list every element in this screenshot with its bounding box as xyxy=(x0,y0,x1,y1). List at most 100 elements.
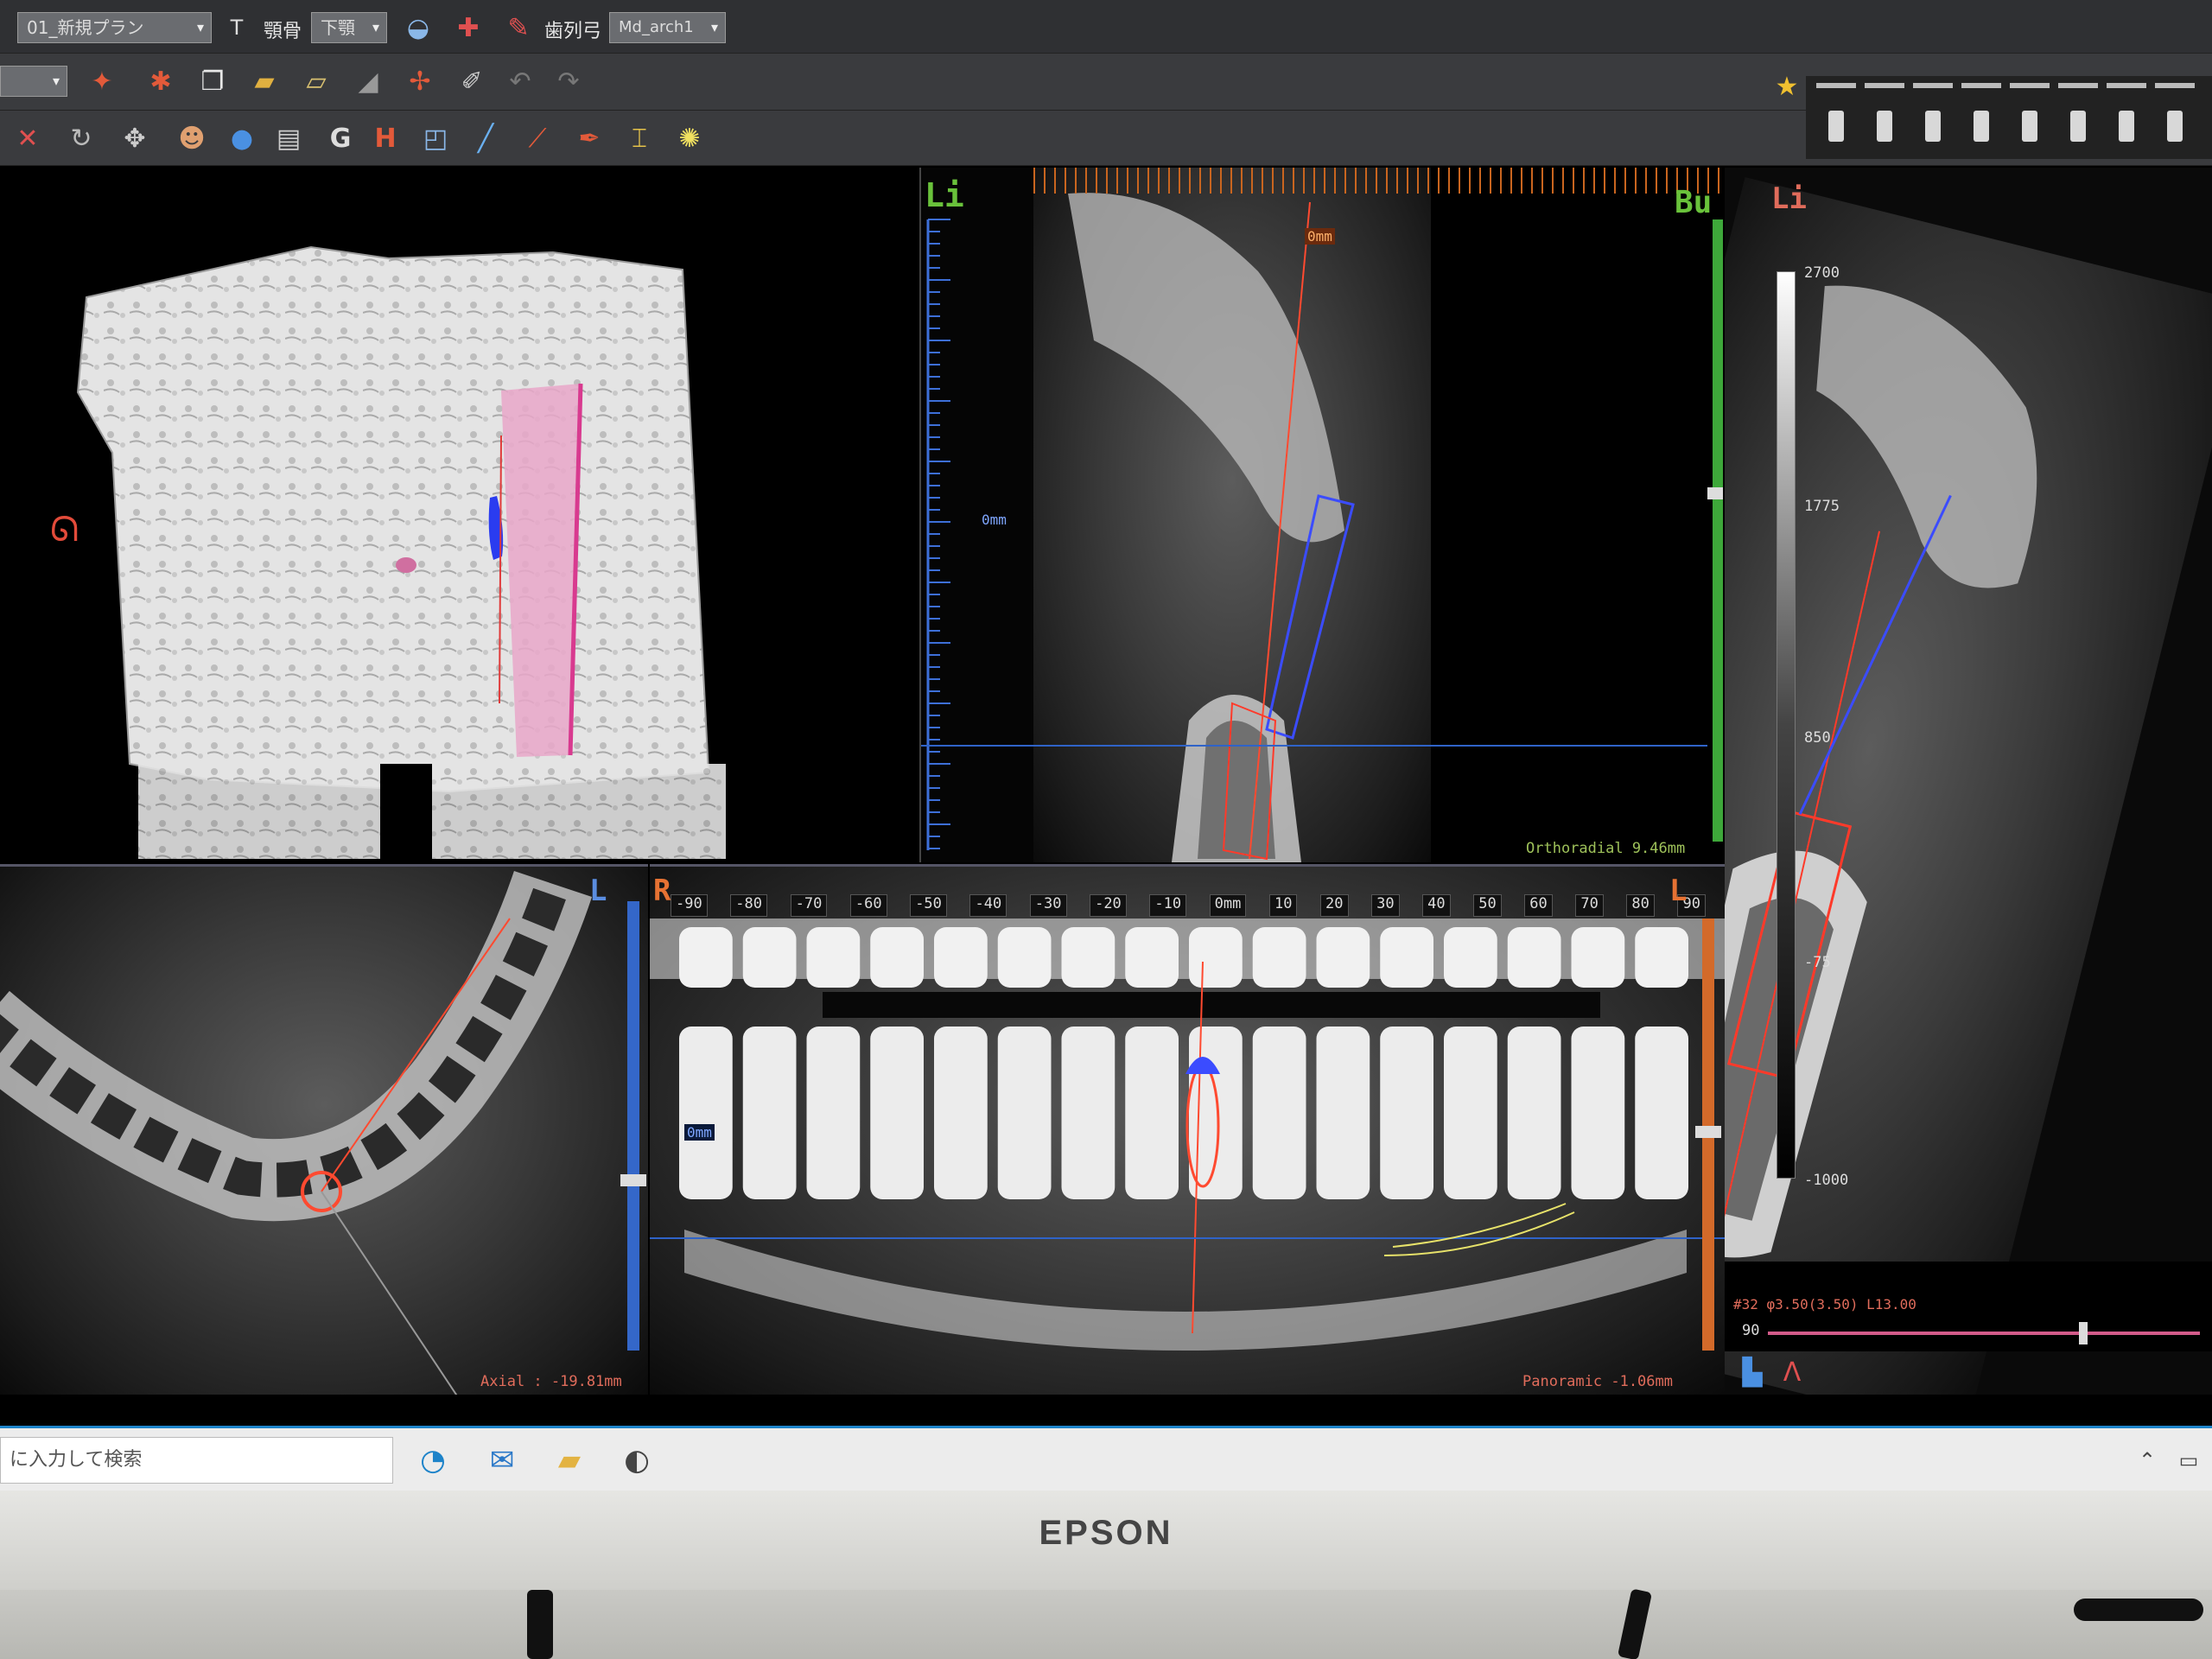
histogram-icon[interactable]: H xyxy=(366,119,404,157)
pin-tool-icon[interactable]: ✚ xyxy=(449,9,487,47)
tooth xyxy=(870,927,924,988)
brush-icon[interactable]: ✐ xyxy=(453,62,491,100)
tooth xyxy=(1316,1027,1370,1199)
text-tool-icon[interactable]: T xyxy=(218,9,256,47)
tooth xyxy=(1635,1027,1688,1199)
monitor-brand-logo: EPSON xyxy=(1039,1514,1173,1552)
panel-axial[interactable]: L Axial : -19.81mm xyxy=(0,864,648,1395)
arch-label: 歯列弓 xyxy=(544,21,602,42)
annotation-icon[interactable]: ⌶ xyxy=(620,119,658,157)
implant-thumb[interactable] xyxy=(1913,83,1953,152)
tooth xyxy=(742,927,797,988)
axial-status: Axial : -19.81mm xyxy=(480,1373,622,1390)
taskbar-search-input[interactable]: に入力して検索 xyxy=(0,1437,393,1484)
app-icon[interactable]: ◐ xyxy=(615,1439,658,1482)
implant-thumb[interactable] xyxy=(2107,83,2146,152)
tooth xyxy=(1571,1027,1625,1199)
view-selector[interactable]: ▾ xyxy=(0,66,67,97)
implant-thumb[interactable] xyxy=(1816,83,1856,152)
jaw-selector[interactable]: 下顎 ▾ xyxy=(311,12,387,43)
star-icon[interactable]: ★ xyxy=(1768,67,1806,105)
gamma-icon[interactable]: G xyxy=(321,119,359,157)
gray-scale-bar[interactable] xyxy=(1777,271,1796,1179)
panoramic-slider-thumb[interactable] xyxy=(1695,1126,1721,1138)
right-side-label: R xyxy=(653,874,671,908)
edge-browser-icon[interactable]: ◔ xyxy=(411,1439,454,1482)
axial-scrollbar[interactable] xyxy=(627,901,639,1351)
implant-thumb[interactable] xyxy=(2155,83,2195,152)
implant-thumb[interactable] xyxy=(1865,83,1904,152)
angle-slider[interactable] xyxy=(1768,1332,2200,1335)
rotate-icon[interactable]: ↻ xyxy=(62,119,100,157)
angle-tool-icon[interactable]: ⟋ xyxy=(518,119,556,157)
folder-icon[interactable]: ▰ xyxy=(245,62,283,100)
window-level-icon[interactable]: ▤ xyxy=(270,119,308,157)
buccal-label: Bu xyxy=(1675,185,1713,220)
tooth xyxy=(934,927,988,988)
implant-thumb[interactable] xyxy=(1961,83,2001,152)
axial-slider-thumb[interactable] xyxy=(620,1174,646,1186)
implant-edit-icon[interactable]: ✱ xyxy=(142,62,180,100)
angle-value: 90 xyxy=(1742,1322,1760,1339)
line-tool-icon[interactable]: ╱ xyxy=(467,119,505,157)
tooth xyxy=(1316,927,1370,988)
undo-icon[interactable]: ↶ xyxy=(501,62,539,100)
ruler-toggle-icon[interactable]: ▙ xyxy=(1733,1353,1771,1391)
file-explorer-icon[interactable]: ▰ xyxy=(548,1439,591,1482)
panel-panoramic[interactable]: -90 -80 -70 -60 -50 -40 -30 -20 -10 0mm 10 20 30 40 50… xyxy=(650,864,1725,1395)
zero-marker: 0mm xyxy=(684,1124,715,1141)
pen-icon[interactable]: Ʌ xyxy=(1773,1353,1811,1391)
nerve-icon[interactable]: ◰ xyxy=(416,119,454,157)
marker-icon[interactable]: ✢ xyxy=(401,62,439,100)
network-icon[interactable]: ▭ xyxy=(2167,1439,2210,1482)
light-bulb-icon[interactable]: ✺ xyxy=(671,119,709,157)
chevron-up-icon[interactable]: ⌃ xyxy=(2126,1439,2169,1482)
redo-icon[interactable]: ↷ xyxy=(550,62,588,100)
tooth xyxy=(1125,1027,1179,1199)
panoramic-status: Panoramic -1.06mm xyxy=(1522,1373,1673,1390)
implant-strip[interactable] xyxy=(1806,76,2212,159)
face-icon[interactable]: ☻ xyxy=(173,119,211,157)
implant-add-icon[interactable]: ✦ xyxy=(83,62,121,100)
close-icon[interactable]: ✕ xyxy=(9,119,47,157)
probe-tool-icon[interactable]: ✎ xyxy=(499,9,537,47)
cross-section-scrollbar[interactable] xyxy=(1713,219,1723,842)
horizontal-guide xyxy=(921,745,1707,747)
implant-thumb[interactable] xyxy=(2010,83,2050,152)
tooth xyxy=(997,1027,1052,1199)
angle-slider-thumb[interactable] xyxy=(2079,1322,2088,1344)
implant-copy-icon[interactable]: ❐ xyxy=(194,62,232,100)
panel-3d-view[interactable]: ᘏ xyxy=(0,168,914,862)
tooth xyxy=(934,1027,988,1199)
measure-icon[interactable]: ◢ xyxy=(349,62,387,100)
panel-right-view[interactable]: 2700 1775 850 -75 -1000 Li #32 φ3.50(3.5… xyxy=(1725,168,2212,1395)
ruler-tick-label: 20 xyxy=(1320,894,1349,917)
axial-image xyxy=(0,870,593,1395)
implant-thumb[interactable] xyxy=(2058,83,2098,152)
folder-open-icon[interactable]: ▱ xyxy=(297,62,335,100)
pan-icon[interactable]: ✥ xyxy=(116,119,154,157)
bowl-tool-icon[interactable]: ◒ xyxy=(399,9,437,47)
plan-selector[interactable]: 01_新規プラン ▾ xyxy=(17,12,212,43)
ruler-tick-label: -20 xyxy=(1090,894,1127,917)
tooth xyxy=(806,1027,861,1199)
tooth xyxy=(1635,927,1688,988)
arch-selector[interactable]: Md_arch1 ▾ xyxy=(609,12,726,43)
ruler-tick-label: -70 xyxy=(790,894,828,917)
tooth xyxy=(1507,927,1561,988)
ruler-tick-label: 0mm xyxy=(1209,894,1247,917)
cross-section-slider-thumb[interactable] xyxy=(1707,487,1723,499)
pen-tool-icon[interactable]: ✒ xyxy=(570,119,608,157)
zero-marker-top: 0mm xyxy=(1305,228,1335,245)
cable xyxy=(2074,1599,2203,1621)
tooth xyxy=(1571,927,1625,988)
sphere-icon[interactable]: ● xyxy=(223,119,261,157)
chevron-down-icon: ▾ xyxy=(196,19,204,35)
mail-icon[interactable]: ✉ xyxy=(480,1439,524,1482)
jaw-selector-value: 下顎 xyxy=(321,17,355,38)
search-placeholder: に入力して検索 xyxy=(10,1449,143,1471)
lingual-label: Li xyxy=(925,176,964,214)
panel-cross-section[interactable]: Li Bu 0mm 0mm Orthoradial 9.46mm xyxy=(919,168,1723,862)
screen: 01_新規プラン ▾ T 顎骨 下顎 ▾ ◒ ✚ ✎ 歯列弓 Md_arch1 … xyxy=(0,0,2212,1491)
chevron-down-icon: ▾ xyxy=(52,73,60,89)
